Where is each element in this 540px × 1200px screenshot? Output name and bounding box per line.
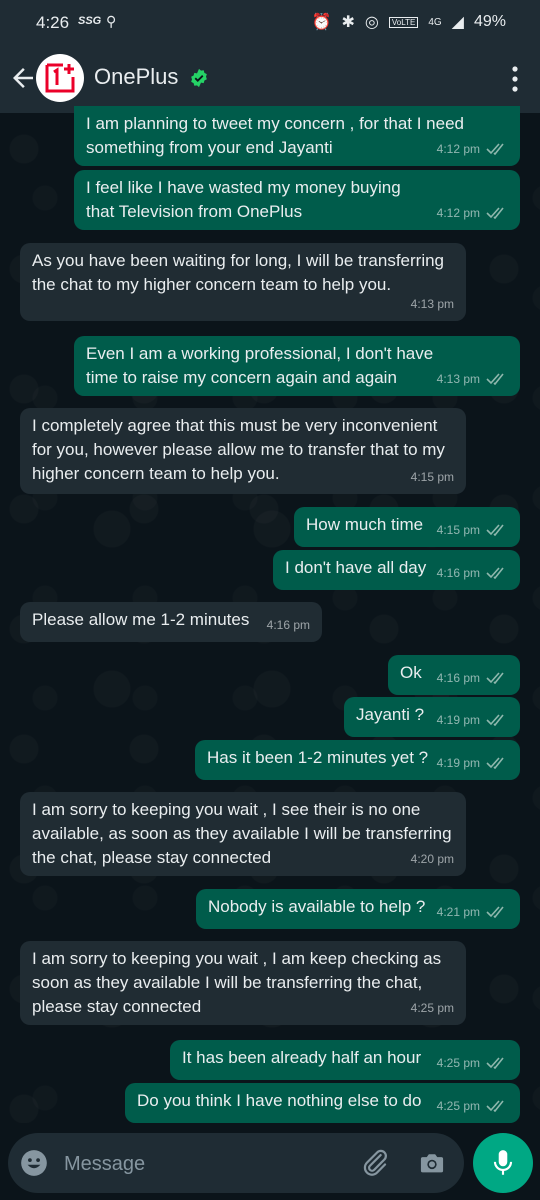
read-ticks-icon — [486, 672, 504, 684]
message-time: 4:15 pm — [436, 523, 480, 537]
message-time: 4:25 pm — [436, 1099, 480, 1113]
message-time: 4:16 pm — [436, 566, 480, 580]
message-bubble-outgoing[interactable]: It has been already half an hour 4:25 pm — [170, 1040, 520, 1080]
message-meta: 4:15 pm — [411, 465, 454, 489]
network-type: 4G — [428, 16, 442, 28]
read-ticks-icon — [486, 524, 504, 536]
message-meta: 4:12 pm — [437, 201, 508, 225]
message-bubble-outgoing[interactable]: Do you think I have nothing else to do 4… — [125, 1083, 520, 1123]
message-bubble-outgoing[interactable]: Jayanti ? 4:19 pm — [344, 697, 520, 737]
message-time: 4:16 pm — [436, 671, 480, 685]
message-meta: 4:15 pm — [437, 518, 508, 542]
alarm-icon: ⏰ — [311, 14, 332, 31]
message-text: I completely agree that this must be ver… — [32, 416, 445, 483]
message-bubble-outgoing[interactable]: How much time 4:15 pm — [294, 507, 520, 547]
message-bubble-incoming[interactable]: I completely agree that this must be ver… — [20, 408, 466, 494]
avatar[interactable] — [36, 54, 84, 102]
message-bubble-outgoing[interactable]: Has it been 1-2 minutes yet ? 4:19 pm — [195, 740, 520, 780]
chat-header: OnePlus — [0, 46, 540, 113]
message-text: As you have been waiting for long, I wil… — [32, 251, 445, 294]
message-meta: 4:13 pm — [411, 292, 454, 316]
message-time: 4:12 pm — [436, 206, 480, 220]
message-time: 4:13 pm — [410, 297, 454, 311]
volte-badge: VoLTE — [388, 16, 419, 28]
message-meta: 4:25 pm — [437, 1094, 508, 1118]
message-meta: 4:16 pm — [437, 561, 508, 585]
message-bubble-incoming[interactable]: Please allow me 1-2 minutes 4:16 pm — [20, 602, 322, 642]
signal-icon: ◢ — [451, 14, 464, 31]
contact-name[interactable]: OnePlus — [94, 64, 178, 90]
read-ticks-icon — [486, 714, 504, 726]
message-bubble-outgoing[interactable]: I am planning to tweet my concern , for … — [74, 106, 520, 166]
vibrate-icon: ✱ — [341, 14, 355, 31]
message-text: I am sorry to keeping you wait , I see t… — [32, 800, 452, 867]
message-bubble-outgoing[interactable]: Nobody is available to help ? 4:21 pm — [196, 889, 520, 929]
message-bubble-incoming[interactable]: As you have been waiting for long, I wil… — [20, 243, 466, 321]
message-input[interactable] — [62, 1147, 346, 1181]
message-time: 4:15 pm — [410, 470, 454, 484]
message-time: 4:21 pm — [436, 905, 480, 919]
message-meta: 4:16 pm — [267, 613, 310, 637]
voice-message-button[interactable] — [473, 1133, 533, 1193]
hotspot-icon: ◎ — [364, 14, 379, 31]
read-ticks-icon — [486, 1057, 504, 1069]
battery-level: 49% — [473, 13, 506, 30]
message-time: 4:19 pm — [436, 713, 480, 727]
oneplus-logo-icon — [45, 63, 75, 93]
read-ticks-icon — [486, 1100, 504, 1112]
verified-badge-icon — [191, 68, 207, 88]
message-bubble-outgoing[interactable]: Even I am a working professional, I don'… — [74, 336, 520, 396]
message-bubble-outgoing[interactable]: I feel like I have wasted my money buyin… — [74, 170, 520, 230]
message-meta: 4:19 pm — [437, 708, 508, 732]
message-meta: 4:20 pm — [411, 847, 454, 871]
message-time: 4:19 pm — [436, 756, 480, 770]
message-time: 4:12 pm — [436, 142, 480, 156]
message-time: 4:16 pm — [266, 618, 310, 632]
message-time: 4:25 pm — [436, 1056, 480, 1070]
read-ticks-icon — [486, 757, 504, 769]
read-ticks-icon — [486, 567, 504, 579]
read-ticks-icon — [486, 143, 504, 155]
message-meta: 4:16 pm — [437, 666, 508, 690]
message-bubble-incoming[interactable]: I am sorry to keeping you wait , I see t… — [20, 792, 466, 876]
message-meta: 4:25 pm — [437, 1051, 508, 1075]
attach-paperclip-icon[interactable] — [360, 1147, 390, 1177]
message-bubble-incoming[interactable]: I am sorry to keeping you wait , I am ke… — [20, 941, 466, 1025]
back-arrow-icon[interactable] — [8, 63, 38, 93]
carrier-label: SSG — [78, 15, 102, 27]
message-text: I am sorry to keeping you wait , I am ke… — [32, 949, 442, 1016]
microphone-icon — [493, 1150, 513, 1175]
status-icons: ⏰ ✱ ◎ VoLTE 4G ◢ 49% — [312, 12, 506, 32]
status-time: 4:26 — [36, 13, 70, 32]
read-ticks-icon — [486, 373, 504, 385]
message-meta: 4:19 pm — [437, 751, 508, 775]
more-options-icon[interactable] — [512, 65, 518, 93]
camera-icon[interactable] — [418, 1149, 446, 1177]
message-meta: 4:13 pm — [437, 367, 508, 391]
message-bubble-outgoing[interactable]: I don't have all day 4:16 pm — [273, 550, 520, 590]
message-composer — [8, 1133, 464, 1193]
message-meta: 4:12 pm — [437, 137, 508, 161]
message-meta: 4:21 pm — [437, 900, 508, 924]
message-meta: 4:25 pm — [411, 996, 454, 1020]
emoji-icon[interactable] — [20, 1149, 48, 1177]
notification-icon: ⚲ — [106, 13, 117, 29]
message-time: 4:20 pm — [410, 852, 454, 866]
message-time: 4:13 pm — [436, 372, 480, 386]
message-time: 4:25 pm — [410, 1001, 454, 1015]
status-bar: 4:26 SSG ⚲ ⏰ ✱ ◎ VoLTE 4G ◢ 49% — [0, 0, 540, 46]
read-ticks-icon — [486, 207, 504, 219]
read-ticks-icon — [486, 906, 504, 918]
message-bubble-outgoing[interactable]: Ok 4:16 pm — [388, 655, 520, 695]
